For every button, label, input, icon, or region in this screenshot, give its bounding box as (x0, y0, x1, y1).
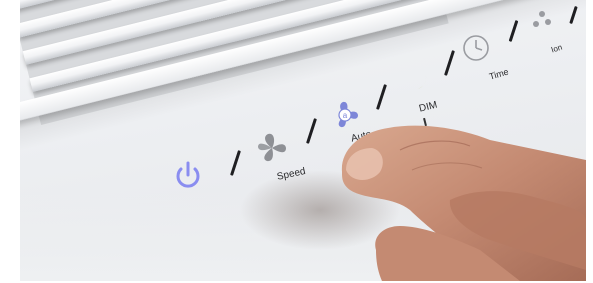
photo: Speed a Auto DIM Time Ion (20, 0, 586, 281)
hand (240, 125, 586, 281)
